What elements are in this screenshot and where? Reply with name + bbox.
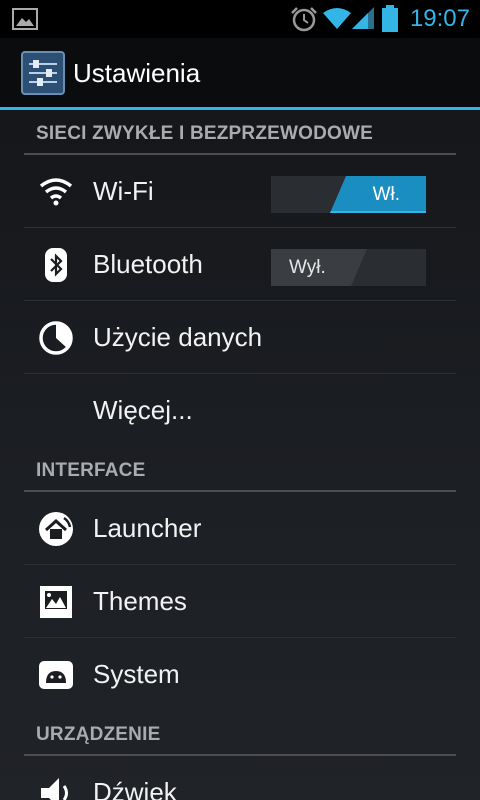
settings-item-themes[interactable]: Themes — [24, 565, 456, 638]
settings-item-more[interactable]: Więcej... — [24, 374, 456, 447]
wifi-status-icon — [323, 8, 351, 29]
page-title: Ustawienia — [73, 58, 201, 88]
settings-item-label: Launcher — [93, 513, 202, 543]
settings-item-bluetooth[interactable]: Bluetooth Wył. — [24, 228, 456, 301]
action-bar: Ustawienia — [0, 38, 480, 110]
section-header-label: SIECI ZWYKŁE I BEZPRZEWODOWE — [36, 123, 374, 144]
sound-icon — [41, 778, 68, 800]
toggle-state-label: Wył. — [289, 257, 326, 278]
section-header-label: URZĄDZENIE — [36, 724, 161, 745]
wifi-icon — [39, 178, 73, 206]
settings-item-launcher[interactable]: Launcher — [24, 492, 456, 565]
settings-item-label: Themes — [93, 586, 187, 616]
settings-item-system[interactable]: System — [24, 638, 456, 711]
settings-item-label: System — [93, 659, 180, 689]
toggle-state-label: Wł. — [372, 184, 400, 205]
settings-item-label: Wi-Fi — [93, 176, 154, 206]
alarm-icon — [291, 7, 317, 32]
settings-screen: 19:07 Ustawienia SIECI ZWYKŁE I BEZPRZEW… — [0, 0, 480, 800]
themes-icon — [40, 586, 72, 618]
signal-icon — [352, 7, 374, 29]
settings-list[interactable]: SIECI ZWYKŁE I BEZPRZEWODOWE Wi-Fi Wł. B… — [0, 110, 480, 800]
section-header-wireless: SIECI ZWYKŁE I BEZPRZEWODOWE — [24, 110, 456, 155]
settings-item-wifi[interactable]: Wi-Fi Wł. — [24, 155, 456, 228]
bluetooth-toggle[interactable]: Wył. — [271, 249, 426, 286]
settings-app-icon[interactable] — [21, 51, 65, 95]
picture-notification-icon — [12, 8, 38, 30]
section-header-interface: INTERFACE — [24, 447, 456, 492]
status-bar: 19:07 — [0, 0, 480, 38]
launcher-icon — [39, 512, 73, 546]
section-header-label: INTERFACE — [36, 460, 146, 481]
battery-icon — [382, 5, 398, 32]
data-usage-icon — [39, 321, 73, 355]
system-icon — [39, 661, 73, 689]
status-clock: 19:07 — [409, 5, 470, 32]
bluetooth-icon — [45, 248, 67, 282]
wifi-toggle[interactable]: Wł. — [271, 176, 426, 213]
section-header-device: URZĄDZENIE — [24, 711, 456, 756]
settings-item-data-usage[interactable]: Użycie danych — [24, 301, 456, 374]
settings-item-label: Bluetooth — [93, 249, 203, 279]
settings-item-label: Użycie danych — [93, 322, 263, 352]
settings-item-sound[interactable]: Dźwięk — [24, 756, 456, 800]
settings-item-label: Więcej... — [93, 395, 193, 425]
settings-item-label: Dźwięk — [93, 777, 177, 800]
